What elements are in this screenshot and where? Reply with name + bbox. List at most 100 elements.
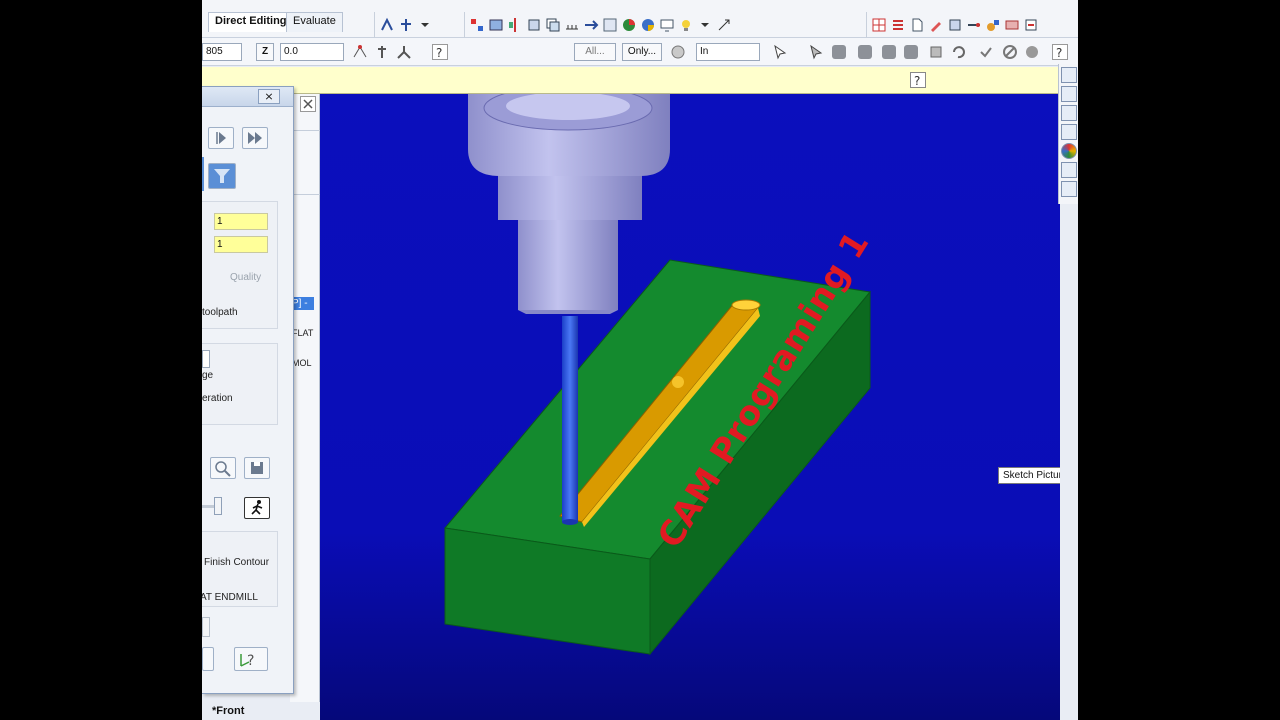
list-icon[interactable]	[890, 17, 906, 33]
prompt-bar: ?	[202, 67, 1078, 94]
tab-direct-editing[interactable]: Direct Editing	[208, 12, 294, 32]
quality-label: Quality	[230, 272, 262, 283]
light-icon[interactable]	[678, 17, 694, 33]
units-select[interactable]: In	[696, 43, 760, 61]
ok-button[interactable]	[202, 647, 214, 671]
run-simulation-button[interactable]	[244, 497, 270, 519]
document-icon[interactable]	[909, 17, 925, 33]
parameters-group: 1 1 Quality toolpath	[202, 201, 278, 329]
chevron-down-icon[interactable]	[417, 17, 433, 33]
graphics-viewport[interactable]: CAM Programing 1 Sketch Picture1	[320, 94, 1060, 720]
help-icon[interactable]: ?	[1052, 44, 1068, 60]
appearance-icon[interactable]	[1061, 143, 1077, 159]
undo-icon[interactable]	[950, 44, 966, 60]
z-axis-button[interactable]: Z	[256, 43, 274, 61]
forum-icon[interactable]	[1061, 181, 1077, 197]
constraint-icon[interactable]	[398, 17, 414, 33]
check-icon[interactable]	[978, 44, 994, 60]
folder-icon[interactable]	[1061, 105, 1077, 121]
fast-forward-button[interactable]	[242, 127, 268, 149]
view-tools-group	[464, 12, 732, 38]
properties-icon[interactable]	[1061, 162, 1077, 178]
cursor-icon[interactable]	[772, 44, 788, 60]
operation-info-group: Finish Contour AT ENDMILL	[202, 531, 278, 607]
tool-name-label: AT ENDMILL	[202, 592, 258, 603]
axis-snap-icon[interactable]	[352, 44, 368, 60]
option-label: ge	[202, 370, 214, 381]
play-button[interactable]	[208, 127, 234, 149]
toolpath-label: toolpath	[202, 307, 238, 318]
triad-icon[interactable]	[396, 44, 412, 60]
close-icon[interactable]	[300, 96, 316, 112]
measure-icon[interactable]	[564, 17, 580, 33]
coordinate-field[interactable]: 805	[202, 43, 242, 61]
parameter-input-2[interactable]: 1	[214, 236, 268, 253]
tool-library-icon[interactable]	[985, 17, 1001, 33]
toolpath-tools-group	[866, 12, 1039, 38]
filter-button[interactable]	[208, 163, 236, 189]
copy-icon[interactable]	[545, 17, 561, 33]
collapsed-field[interactable]	[202, 617, 210, 637]
parameter-input-1[interactable]: 1	[214, 213, 268, 230]
pattern-icon[interactable]	[469, 17, 485, 33]
edit-icon[interactable]	[928, 17, 944, 33]
part-icon[interactable]	[1061, 86, 1077, 102]
smart-dimension-icon[interactable]	[379, 17, 395, 33]
chevron-down-icon[interactable]	[697, 17, 713, 33]
toolpath-dialog: ⨯ 1 1 Quality toolpath ge eration Finish…	[202, 86, 294, 694]
option-label: eration	[202, 393, 233, 404]
slider-thumb[interactable]	[214, 497, 222, 515]
pin-icon[interactable]	[374, 44, 390, 60]
mirror-icon[interactable]	[507, 17, 523, 33]
database-icon[interactable]	[947, 17, 963, 33]
selected-indicator	[202, 157, 204, 191]
face-filter-icon[interactable]	[858, 45, 872, 59]
edge-filter-icon[interactable]	[882, 45, 896, 59]
settings-icon[interactable]	[1004, 17, 1020, 33]
tab-evaluate[interactable]: Evaluate	[286, 12, 343, 32]
options-group: ge eration	[202, 343, 278, 425]
render-icon[interactable]	[640, 17, 656, 33]
z-value-input[interactable]: 0.0	[280, 43, 344, 61]
zoom-button[interactable]	[210, 457, 236, 479]
cutting-tool	[562, 316, 578, 525]
divider	[290, 130, 320, 131]
export-icon[interactable]	[1023, 17, 1039, 33]
cube-icon[interactable]	[928, 44, 944, 60]
vertex-filter-icon[interactable]	[904, 45, 918, 59]
link-icon[interactable]	[966, 17, 982, 33]
svg-text:?: ?	[1056, 46, 1062, 59]
fit-view-icon[interactable]	[716, 17, 732, 33]
view-palette-icon[interactable]	[1061, 124, 1077, 140]
grid-icon[interactable]	[602, 17, 618, 33]
color-wheel-icon[interactable]	[621, 17, 637, 33]
view-orientation-label: *Front	[202, 702, 320, 720]
table-icon[interactable]	[871, 17, 887, 33]
sphere-icon[interactable]	[1024, 44, 1040, 60]
divider	[290, 194, 320, 195]
dialog-close-button[interactable]: ⨯	[258, 89, 280, 104]
select-only-button[interactable]: Only...	[622, 43, 662, 61]
display-icon[interactable]	[659, 17, 675, 33]
right-task-dock	[1058, 64, 1078, 204]
assembly-icon[interactable]	[488, 17, 504, 33]
help-icon[interactable]: ?	[910, 72, 926, 88]
save-button[interactable]	[244, 457, 270, 479]
svg-text:?: ?	[436, 46, 442, 59]
no-entry-icon[interactable]	[1002, 44, 1018, 60]
operation-list-item[interactable]: MOL	[292, 358, 312, 368]
help-icon[interactable]: ?	[432, 44, 448, 60]
transform-icon[interactable]	[583, 17, 599, 33]
operation-list-item[interactable]: FLAT	[292, 328, 313, 338]
solid-filter-icon[interactable]	[832, 45, 846, 59]
filter-icon[interactable]	[670, 44, 686, 60]
home-icon[interactable]	[1061, 67, 1077, 83]
sketch-tools-group	[374, 12, 433, 38]
option-checkbox[interactable]	[202, 350, 210, 368]
sketch-picture-tooltip: Sketch Picture1	[998, 467, 1060, 484]
select-all-button[interactable]: All...	[574, 43, 616, 61]
operation-name-label: Finish Contour	[204, 557, 270, 568]
section-icon[interactable]	[526, 17, 542, 33]
dialog-help-button[interactable]: ?	[234, 647, 268, 671]
pointer-select-icon[interactable]	[808, 44, 824, 60]
